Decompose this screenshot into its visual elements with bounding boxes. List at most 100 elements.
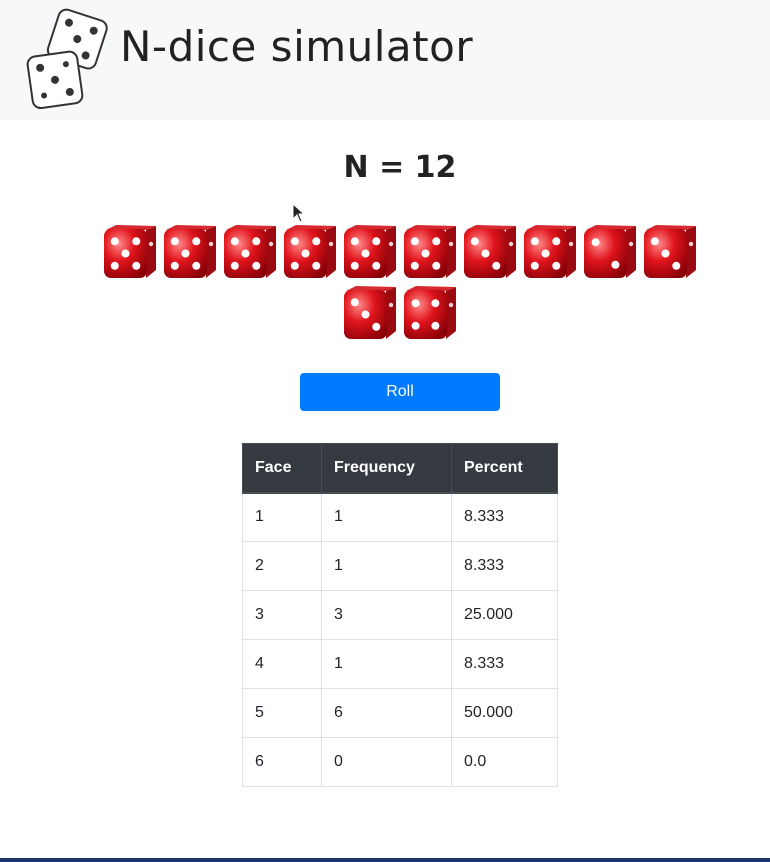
pip: [301, 249, 310, 258]
pip: [650, 237, 659, 246]
table-row: 5 6 50.000: [242, 688, 558, 738]
table-row: 2 1 8.333: [242, 541, 558, 591]
frequency-cell: 0: [321, 737, 452, 787]
pip: [230, 237, 239, 246]
pip: [361, 249, 370, 258]
frequency-table: Face Frequency Percent 1 1 8.333 2 1 8.3…: [242, 443, 558, 787]
die-icon: [464, 225, 516, 278]
face-cell: 1: [242, 492, 322, 542]
die-icon: [284, 225, 336, 278]
pip: [132, 261, 141, 270]
column-header-frequency: Frequency: [321, 443, 452, 494]
frequency-cell: 1: [321, 639, 452, 689]
face-cell: 3: [242, 590, 322, 640]
pip: [290, 237, 299, 246]
die-icon: [224, 225, 276, 278]
pip: [541, 249, 550, 258]
dice-count-heading: N = 12: [343, 150, 457, 185]
pip: [410, 261, 419, 270]
pip: [312, 237, 321, 246]
roll-button[interactable]: Roll: [300, 373, 500, 411]
pip: [372, 237, 381, 246]
table-row: 4 1 8.333: [242, 639, 558, 689]
pip: [492, 261, 501, 270]
pip: [110, 237, 119, 246]
die-icon: [584, 225, 636, 278]
die-icon: [404, 286, 456, 339]
die-icon: [524, 225, 576, 278]
die-icon: [644, 225, 696, 278]
dice-row: [0, 285, 770, 341]
die-icon: [164, 225, 216, 278]
pip: [611, 260, 620, 269]
pip: [252, 237, 261, 246]
two-dice-icon: [26, 8, 108, 110]
pip: [421, 249, 430, 258]
table-row: 6 0 0.0: [242, 737, 558, 787]
face-cell: 5: [242, 688, 322, 738]
percent-cell: 0.0: [451, 737, 558, 787]
pip: [290, 261, 299, 270]
die-icon: [404, 225, 456, 278]
pip: [431, 321, 440, 330]
pip: [431, 299, 440, 308]
frequency-cell: 6: [321, 688, 452, 738]
frequency-cell: 1: [321, 492, 452, 542]
dice-row: [0, 224, 770, 280]
pip: [350, 298, 359, 307]
pip: [661, 249, 670, 258]
percent-cell: 8.333: [451, 492, 558, 542]
face-cell: 2: [242, 541, 322, 591]
percent-cell: 8.333: [451, 541, 558, 591]
pip: [170, 261, 179, 270]
die-icon: [344, 286, 396, 339]
pip: [530, 261, 539, 270]
mouse-cursor-icon: [292, 203, 306, 223]
bottom-border: [0, 858, 770, 862]
pip: [591, 238, 600, 247]
percent-cell: 25.000: [451, 590, 558, 640]
pip: [552, 237, 561, 246]
pip: [481, 249, 490, 258]
pip: [672, 261, 681, 270]
table-row: 1 1 8.333: [242, 492, 558, 542]
die-icon: [104, 225, 156, 278]
pip: [192, 237, 201, 246]
frequency-cell: 1: [321, 541, 452, 591]
pip: [530, 237, 539, 246]
pip: [552, 261, 561, 270]
face-cell: 6: [242, 737, 322, 787]
column-header-face: Face: [242, 443, 322, 494]
pip: [411, 321, 420, 330]
pip: [350, 261, 359, 270]
pip: [241, 249, 250, 258]
pip: [132, 237, 141, 246]
pip: [410, 237, 419, 246]
face-cell: 4: [242, 639, 322, 689]
pip: [372, 261, 381, 270]
pip: [432, 237, 441, 246]
percent-cell: 8.333: [451, 639, 558, 689]
pip: [470, 237, 479, 246]
pip: [252, 261, 261, 270]
pip: [170, 237, 179, 246]
die-icon: [344, 225, 396, 278]
table-row: 3 3 25.000: [242, 590, 558, 640]
pip: [372, 322, 381, 331]
pip: [361, 310, 370, 319]
pip: [432, 261, 441, 270]
percent-cell: 50.000: [451, 688, 558, 738]
table-header-row: Face Frequency Percent: [242, 443, 558, 494]
pip: [121, 249, 130, 258]
frequency-cell: 3: [321, 590, 452, 640]
pip: [312, 261, 321, 270]
pip: [350, 237, 359, 246]
pip: [230, 261, 239, 270]
app-title: N-dice simulator: [120, 22, 474, 71]
pip: [181, 249, 190, 258]
pip: [192, 261, 201, 270]
app-header: N-dice simulator: [0, 0, 770, 120]
pip: [110, 261, 119, 270]
column-header-percent: Percent: [451, 443, 558, 494]
pip: [411, 299, 420, 308]
